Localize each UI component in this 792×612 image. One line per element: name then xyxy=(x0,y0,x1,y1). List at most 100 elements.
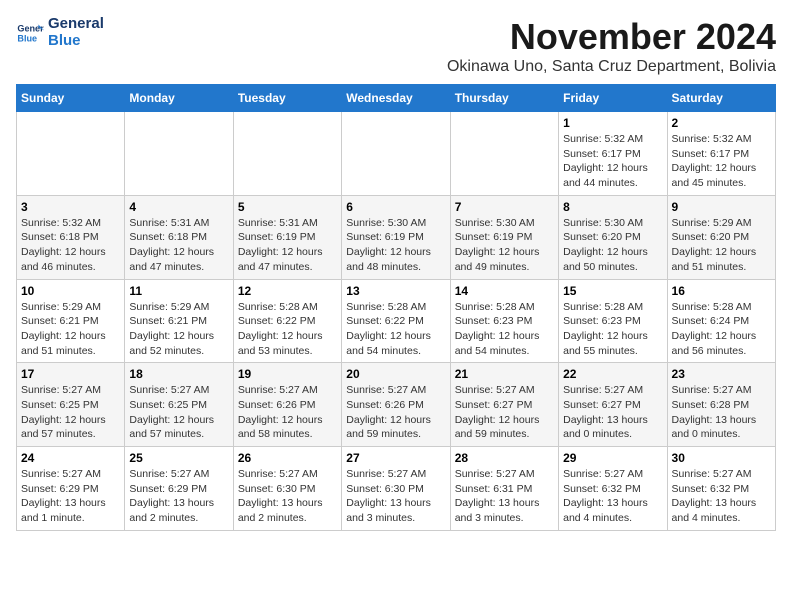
col-header-tuesday: Tuesday xyxy=(233,85,341,112)
day-info: Sunrise: 5:28 AM Sunset: 6:22 PM Dayligh… xyxy=(346,300,445,359)
day-info: Sunrise: 5:27 AM Sunset: 6:28 PM Dayligh… xyxy=(672,383,771,442)
col-header-sunday: Sunday xyxy=(17,85,125,112)
day-info: Sunrise: 5:27 AM Sunset: 6:32 PM Dayligh… xyxy=(563,467,662,526)
day-number: 5 xyxy=(238,200,337,214)
logo-general: General xyxy=(48,15,104,32)
day-info: Sunrise: 5:27 AM Sunset: 6:27 PM Dayligh… xyxy=(563,383,662,442)
calendar-cell: 25 Sunrise: 5:27 AM Sunset: 6:29 PM Dayli… xyxy=(125,447,233,531)
day-number: 2 xyxy=(672,116,771,130)
calendar-cell: 26 Sunrise: 5:27 AM Sunset: 6:30 PM Dayli… xyxy=(233,447,341,531)
day-info: Sunrise: 5:32 AM Sunset: 6:17 PM Dayligh… xyxy=(672,132,771,191)
calendar-cell: 8 Sunrise: 5:30 AM Sunset: 6:20 PM Daylig… xyxy=(559,195,667,279)
day-info: Sunrise: 5:29 AM Sunset: 6:20 PM Dayligh… xyxy=(672,216,771,275)
day-number: 15 xyxy=(563,284,662,298)
day-number: 16 xyxy=(672,284,771,298)
day-info: Sunrise: 5:30 AM Sunset: 6:19 PM Dayligh… xyxy=(346,216,445,275)
day-info: Sunrise: 5:27 AM Sunset: 6:29 PM Dayligh… xyxy=(129,467,228,526)
calendar-cell: 19 Sunrise: 5:27 AM Sunset: 6:26 PM Dayli… xyxy=(233,363,341,447)
header: General Blue General Blue November 2024 … xyxy=(16,16,776,76)
day-number: 8 xyxy=(563,200,662,214)
calendar-cell: 6 Sunrise: 5:30 AM Sunset: 6:19 PM Daylig… xyxy=(342,195,450,279)
day-number: 25 xyxy=(129,451,228,465)
calendar-cell: 18 Sunrise: 5:27 AM Sunset: 6:25 PM Dayli… xyxy=(125,363,233,447)
logo-icon: General Blue xyxy=(16,19,44,47)
calendar-cell: 10 Sunrise: 5:29 AM Sunset: 6:21 PM Dayli… xyxy=(17,279,125,363)
calendar-table: SundayMondayTuesdayWednesdayThursdayFrid… xyxy=(16,84,776,531)
calendar-cell: 23 Sunrise: 5:27 AM Sunset: 6:28 PM Dayli… xyxy=(667,363,775,447)
day-number: 6 xyxy=(346,200,445,214)
day-number: 3 xyxy=(21,200,120,214)
month-title: November 2024 xyxy=(447,16,776,58)
calendar-cell: 14 Sunrise: 5:28 AM Sunset: 6:23 PM Dayli… xyxy=(450,279,558,363)
col-header-friday: Friday xyxy=(559,85,667,112)
calendar-cell: 13Sunrise: 5:28 AM Sunset: 6:22 PM Dayli… xyxy=(342,279,450,363)
calendar-cell: 30Sunrise: 5:27 AM Sunset: 6:32 PM Dayli… xyxy=(667,447,775,531)
week-row-2: 3Sunrise: 5:32 AM Sunset: 6:18 PM Daylig… xyxy=(17,195,776,279)
day-info: Sunrise: 5:28 AM Sunset: 6:22 PM Dayligh… xyxy=(238,300,337,359)
day-info: Sunrise: 5:29 AM Sunset: 6:21 PM Dayligh… xyxy=(21,300,120,359)
calendar-cell: 28Sunrise: 5:27 AM Sunset: 6:31 PM Dayli… xyxy=(450,447,558,531)
day-info: Sunrise: 5:31 AM Sunset: 6:18 PM Dayligh… xyxy=(129,216,228,275)
col-header-saturday: Saturday xyxy=(667,85,775,112)
day-info: Sunrise: 5:28 AM Sunset: 6:23 PM Dayligh… xyxy=(563,300,662,359)
calendar-cell: 24Sunrise: 5:27 AM Sunset: 6:29 PM Dayli… xyxy=(17,447,125,531)
calendar-cell: 9 Sunrise: 5:29 AM Sunset: 6:20 PM Daylig… xyxy=(667,195,775,279)
calendar-cell: 15 Sunrise: 5:28 AM Sunset: 6:23 PM Dayli… xyxy=(559,279,667,363)
week-row-4: 17 Sunrise: 5:27 AM Sunset: 6:25 PM Dayli… xyxy=(17,363,776,447)
calendar-body: 1 Sunrise: 5:32 AM Sunset: 6:17 PM Daylig… xyxy=(17,112,776,531)
day-number: 20 xyxy=(346,367,445,381)
day-number: 10 xyxy=(21,284,120,298)
day-info: Sunrise: 5:27 AM Sunset: 6:32 PM Dayligh… xyxy=(672,467,771,526)
calendar-cell: 20 Sunrise: 5:27 AM Sunset: 6:26 PM Dayli… xyxy=(342,363,450,447)
day-number: 9 xyxy=(672,200,771,214)
location-title: Okinawa Uno, Santa Cruz Department, Boli… xyxy=(447,58,776,76)
day-info: Sunrise: 5:27 AM Sunset: 6:25 PM Dayligh… xyxy=(129,383,228,442)
day-number: 21 xyxy=(455,367,554,381)
day-info: Sunrise: 5:27 AM Sunset: 6:26 PM Dayligh… xyxy=(238,383,337,442)
day-number: 17 xyxy=(21,367,120,381)
calendar-cell xyxy=(233,112,341,196)
calendar-cell xyxy=(125,112,233,196)
day-number: 26 xyxy=(238,451,337,465)
day-info: Sunrise: 5:28 AM Sunset: 6:24 PM Dayligh… xyxy=(672,300,771,359)
day-number: 11 xyxy=(129,284,228,298)
day-number: 19 xyxy=(238,367,337,381)
calendar-cell: 29 Sunrise: 5:27 AM Sunset: 6:32 PM Dayli… xyxy=(559,447,667,531)
day-number: 1 xyxy=(563,116,662,130)
col-header-monday: Monday xyxy=(125,85,233,112)
day-info: Sunrise: 5:28 AM Sunset: 6:23 PM Dayligh… xyxy=(455,300,554,359)
col-header-thursday: Thursday xyxy=(450,85,558,112)
calendar-cell: 17Sunrise: 5:27 AM Sunset: 6:25 PM Dayli… xyxy=(17,363,125,447)
day-number: 4 xyxy=(129,200,228,214)
calendar-cell: 11 Sunrise: 5:29 AM Sunset: 6:21 PM Dayli… xyxy=(125,279,233,363)
logo: General Blue General Blue xyxy=(16,16,104,49)
day-info: Sunrise: 5:29 AM Sunset: 6:21 PM Dayligh… xyxy=(129,300,228,359)
calendar-cell: 22 Sunrise: 5:27 AM Sunset: 6:27 PM Dayli… xyxy=(559,363,667,447)
svg-text:Blue: Blue xyxy=(17,33,37,43)
day-number: 7 xyxy=(455,200,554,214)
day-number: 14 xyxy=(455,284,554,298)
day-info: Sunrise: 5:27 AM Sunset: 6:26 PM Dayligh… xyxy=(346,383,445,442)
day-info: Sunrise: 5:31 AM Sunset: 6:19 PM Dayligh… xyxy=(238,216,337,275)
day-number: 29 xyxy=(563,451,662,465)
day-number: 12 xyxy=(238,284,337,298)
day-info: Sunrise: 5:27 AM Sunset: 6:30 PM Dayligh… xyxy=(238,467,337,526)
calendar-cell: 4 Sunrise: 5:31 AM Sunset: 6:18 PM Daylig… xyxy=(125,195,233,279)
calendar-cell: 27Sunrise: 5:27 AM Sunset: 6:30 PM Dayli… xyxy=(342,447,450,531)
calendar-cell: 2 Sunrise: 5:32 AM Sunset: 6:17 PM Daylig… xyxy=(667,112,775,196)
day-info: Sunrise: 5:27 AM Sunset: 6:31 PM Dayligh… xyxy=(455,467,554,526)
day-number: 22 xyxy=(563,367,662,381)
day-info: Sunrise: 5:32 AM Sunset: 6:17 PM Dayligh… xyxy=(563,132,662,191)
week-row-5: 24Sunrise: 5:27 AM Sunset: 6:29 PM Dayli… xyxy=(17,447,776,531)
day-number: 18 xyxy=(129,367,228,381)
day-info: Sunrise: 5:30 AM Sunset: 6:20 PM Dayligh… xyxy=(563,216,662,275)
day-number: 23 xyxy=(672,367,771,381)
calendar-cell: 7Sunrise: 5:30 AM Sunset: 6:19 PM Daylig… xyxy=(450,195,558,279)
logo-blue: Blue xyxy=(48,32,81,49)
week-row-1: 1 Sunrise: 5:32 AM Sunset: 6:17 PM Daylig… xyxy=(17,112,776,196)
day-info: Sunrise: 5:27 AM Sunset: 6:29 PM Dayligh… xyxy=(21,467,120,526)
week-row-3: 10 Sunrise: 5:29 AM Sunset: 6:21 PM Dayli… xyxy=(17,279,776,363)
svg-text:General: General xyxy=(17,23,44,33)
calendar-cell: 1 Sunrise: 5:32 AM Sunset: 6:17 PM Daylig… xyxy=(559,112,667,196)
calendar-cell: 21Sunrise: 5:27 AM Sunset: 6:27 PM Dayli… xyxy=(450,363,558,447)
